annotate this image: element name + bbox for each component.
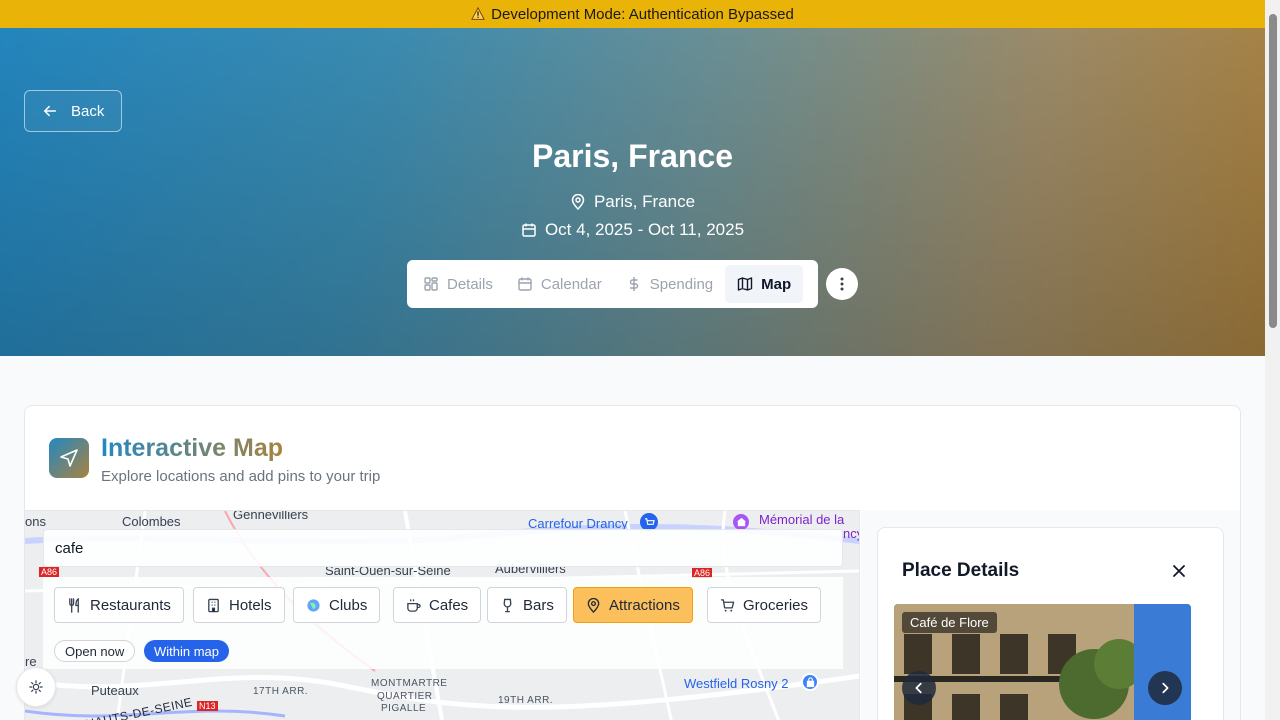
trip-hero-header: Back Paris, France Paris, France Oct 4, …: [0, 28, 1265, 356]
place-photo: Café de Flore: [894, 604, 1191, 720]
scrollbar-thumb[interactable]: [1269, 14, 1277, 328]
more-vertical-icon: [840, 277, 844, 291]
coffee-icon: [407, 598, 421, 612]
place-search-value: cafe: [55, 539, 84, 557]
tab-spending-label: Spending: [649, 275, 714, 293]
filter-clubs[interactable]: Clubs: [293, 587, 381, 623]
map-card-subtitle: Explore locations and add pins to your t…: [101, 468, 381, 485]
chevron-left-icon: [915, 682, 922, 694]
toggle-within-map[interactable]: Within map: [144, 640, 230, 662]
filter-bars[interactable]: Bars: [487, 587, 567, 623]
map-icon: [737, 277, 753, 291]
filter-clubs-label: Clubs: [329, 596, 368, 614]
filter-cafes-label: Cafes: [429, 596, 469, 614]
map-label-memorial-2: ncy: [843, 526, 859, 541]
chevron-right-icon: [1162, 682, 1169, 694]
utensils-icon: [69, 597, 79, 613]
trip-tabs: Details Calendar Spending Map: [407, 260, 818, 308]
back-button[interactable]: Back: [24, 90, 122, 132]
map-label-pigalle: PIGALLE: [381, 703, 427, 714]
arrow-left-icon: [43, 105, 57, 117]
more-options-button[interactable]: [826, 268, 858, 300]
museum-icon[interactable]: [733, 514, 749, 530]
navigation-icon: [49, 438, 89, 478]
map-label-a86: A86: [39, 567, 60, 577]
building-icon: [208, 598, 219, 612]
map-pin-icon: [571, 194, 585, 210]
map-label-gennevilliers: Gennevilliers: [233, 510, 309, 522]
filter-restaurants[interactable]: Restaurants: [54, 587, 184, 623]
category-filter-panel: Restaurants Hotels Clubs Cafes Bars Attr…: [43, 577, 843, 669]
tab-spending[interactable]: Spending: [614, 265, 725, 303]
map-label-memorial: Mémorial de la: [759, 512, 845, 527]
map-label-montmartre: MONTMARTRE: [371, 678, 448, 689]
map-pin-icon: [587, 597, 600, 613]
filter-groceries[interactable]: Groceries: [707, 587, 822, 623]
tab-map[interactable]: Map: [725, 265, 804, 303]
globe-icon: [307, 598, 320, 612]
dollar-icon: [629, 277, 638, 291]
trip-title: Paris, France: [532, 138, 733, 174]
tab-details[interactable]: Details: [411, 265, 505, 303]
trip-dates: Oct 4, 2025 - Oct 11, 2025: [0, 220, 1265, 240]
photo-prev-button[interactable]: [902, 671, 936, 705]
place-search-input[interactable]: cafe: [43, 529, 843, 567]
close-details-button[interactable]: [1168, 560, 1190, 582]
filter-bars-label: Bars: [523, 596, 554, 614]
map-label-17th-arr: 17TH ARR.: [253, 686, 309, 697]
interactive-map-card: Interactive Map Explore locations and ad…: [24, 405, 1241, 720]
shopping-bag-icon[interactable]: [801, 673, 819, 691]
filter-cafes[interactable]: Cafes: [393, 587, 482, 623]
map-label-quartier: QUARTIER: [377, 691, 433, 702]
filter-hotels[interactable]: Hotels: [193, 587, 285, 623]
page-scrollbar[interactable]: [1265, 0, 1280, 720]
dev-mode-banner: Development Mode: Authentication Bypasse…: [0, 0, 1265, 28]
cart-icon: [720, 598, 735, 612]
map-card-title: Interactive Map: [101, 434, 284, 462]
tab-details-label: Details: [447, 275, 493, 293]
map-label-westfield: Westfield Rosny 2: [684, 676, 789, 691]
toggle-open-now[interactable]: Open now: [54, 640, 136, 662]
sun-icon: [29, 680, 43, 694]
photo-caption: Café de Flore: [902, 612, 997, 633]
tab-calendar-label: Calendar: [540, 275, 602, 293]
place-details-panel: Place Details Café de Flore: [861, 510, 1240, 720]
wine-icon: [503, 598, 512, 612]
calendar-icon: [518, 277, 532, 291]
map-label-n13: N13: [197, 701, 218, 711]
grid-icon: [424, 277, 438, 291]
map-canvas[interactable]: ons Colombes Gennevilliers Carrefour Dra…: [25, 510, 860, 720]
filter-restaurants-label: Restaurants: [90, 596, 171, 614]
dev-banner-text: Development Mode: Authentication Bypasse…: [491, 5, 794, 23]
map-label-ons: ons: [25, 514, 46, 529]
trip-location-text: Paris, France: [593, 192, 696, 211]
tab-calendar[interactable]: Calendar: [505, 265, 614, 303]
map-label-colombes: Colombes: [122, 514, 181, 529]
filter-attractions-label: Attractions: [609, 596, 680, 614]
calendar-icon: [522, 223, 536, 237]
filter-groceries-label: Groceries: [743, 596, 809, 614]
filter-attractions[interactable]: Attractions: [573, 587, 693, 623]
map-label-puteaux: Puteaux: [91, 683, 139, 698]
filter-hotels-label: Hotels: [229, 596, 272, 614]
photo-next-button[interactable]: [1148, 671, 1182, 705]
tab-map-label: Map: [761, 275, 792, 293]
place-details-card: Place Details Café de Flore: [877, 527, 1224, 720]
trip-dates-text: Oct 4, 2025 - Oct 11, 2025: [544, 220, 745, 239]
map-label-19th-arr: 19TH ARR.: [498, 695, 554, 706]
warning-icon: [471, 7, 485, 20]
back-button-label: Back: [71, 102, 105, 120]
place-details-title: Place Details: [902, 560, 1020, 581]
close-icon: [1173, 565, 1185, 577]
theme-toggle-button[interactable]: [16, 667, 56, 707]
trip-location: Paris, France: [0, 192, 1265, 212]
